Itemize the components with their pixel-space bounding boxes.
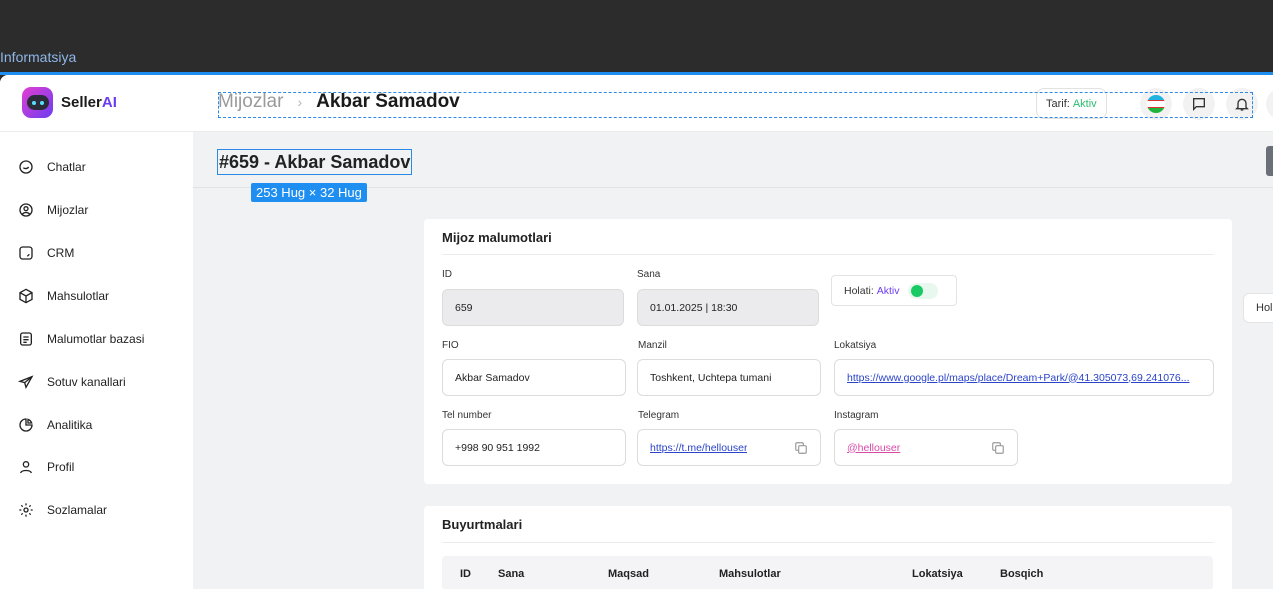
page-title[interactable]: #659 - Akbar Samadov [217,149,413,175]
user-circle-icon [19,203,33,217]
brand-name: SellerAI [61,94,117,111]
document-icon [20,332,32,346]
instagram-field[interactable]: @hellouser [834,429,1018,466]
status-chip-edge[interactable]: Hol [1243,293,1273,323]
column-header-sana[interactable]: Sana [498,568,524,580]
column-header-lokatsiya[interactable]: Lokatsiya [912,568,963,580]
sidebar-item-analitika[interactable]: Analitika [18,415,92,435]
figma-canvas-strip [0,0,1273,72]
sidebar: Chatlar Mijozlar CRM Mahsulotlar Malumot… [0,132,193,589]
status-toggle-box[interactable]: Holati: Aktiv [831,275,957,306]
sidebar-item-label: Malumotlar bazasi [47,332,145,346]
date-label: Sana [637,269,661,280]
location-field[interactable]: https://www.google.pl/maps/place/Dream+P… [834,359,1214,396]
column-header-mahsulotlar[interactable]: Mahsulotlar [719,568,781,580]
id-field: 659 [442,289,624,326]
address-value: Toshkent, Uchtepa tumani [650,371,772,384]
id-label: ID [442,269,452,280]
sidebar-item-malumotlar-bazasi[interactable]: Malumotlar bazasi [18,329,144,349]
app-window: SellerAI Mijozlar › Akbar Samadov Tarif:… [0,75,1273,589]
copy-icon[interactable] [991,441,1005,455]
profile-icon [20,461,32,474]
status-label: Holati: [844,284,874,297]
sidebar-item-label: Sotuv kanallari [47,375,126,389]
sidebar-item-label: Mijozlar [47,203,89,217]
sidebar-item-label: CRM [47,246,75,260]
column-header-maqsad[interactable]: Maqsad [608,568,649,580]
sidebar-item-label: Sozlamalar [47,503,108,517]
dimension-badge: 253 Hug × 32 Hug [251,183,367,202]
orders-card: Buyurtmalari ID Sana Maqsad Mahsulotlar … [424,506,1232,589]
send-icon [18,375,34,390]
chat-icon [19,160,33,174]
frame-label[interactable]: Informatsiya [0,49,76,65]
date-field: 01.01.2025 | 18:30 [637,289,819,326]
client-info-title: Mijoz malumotlari [442,230,552,245]
gear-icon [19,503,33,517]
telegram-field[interactable]: https://t.me/hellouser [637,429,821,466]
telegram-link[interactable]: https://t.me/hellouser [650,442,747,454]
robot-logo-icon [22,87,53,118]
sidebar-item-mahsulotlar[interactable]: Mahsulotlar [18,286,109,306]
copy-icon[interactable] [794,441,808,455]
fio-label: FIO [442,340,459,351]
sidebar-item-label: Profil [47,460,75,474]
sidebar-item-sozlamalar[interactable]: Sozlamalar [18,500,107,520]
sidebar-item-mijozlar[interactable]: Mijozlar [18,200,88,220]
column-header-id[interactable]: ID [460,568,471,580]
selection-outline [218,92,1253,118]
profile-avatar-button[interactable] [1266,88,1273,120]
divider [442,542,1214,543]
crm-icon [19,246,33,260]
instagram-link[interactable]: @hellouser [847,442,900,454]
divider [442,254,1214,255]
location-link[interactable]: https://www.google.pl/maps/place/Dream+P… [847,372,1190,384]
analytics-icon [19,418,33,432]
status-value: Aktiv [876,284,900,297]
telegram-label: Telegram [638,410,680,421]
address-label: Manzil [638,340,667,351]
fio-value: Akbar Samadov [455,371,530,384]
instagram-label: Instagram [834,410,879,421]
client-info-card: Mijoz malumotlari ID 659 Sana 01.01.2025… [424,219,1232,484]
status-toggle[interactable] [907,282,938,299]
sidebar-item-chatlar[interactable]: Chatlar [18,157,86,177]
box-icon [19,288,33,304]
sidebar-item-label: Mahsulotlar [47,289,110,303]
id-value: 659 [455,301,473,314]
phone-field[interactable]: +998 90 951 1992 [442,429,626,466]
phone-value: +998 90 951 1992 [455,441,540,454]
action-button-edge[interactable] [1266,146,1273,176]
phone-label: Tel number [442,410,492,421]
orders-table-header: ID Sana Maqsad Mahsulotlar Lokatsiya Bos… [442,556,1213,589]
orders-title: Buyurtmalari [442,517,523,532]
fio-field[interactable]: Akbar Samadov [442,359,626,396]
column-header-bosqich[interactable]: Bosqich [1000,568,1043,580]
sidebar-item-crm[interactable]: CRM [18,243,74,263]
page-title-bar: #659 - Akbar Samadov 253 Hug × 32 Hug [193,132,1273,202]
sidebar-item-label: Analitika [47,418,93,432]
sidebar-item-sotuv-kanallari[interactable]: Sotuv kanallari [18,372,126,392]
location-label: Lokatsiya [834,340,877,351]
sidebar-item-label: Chatlar [47,160,86,174]
address-field[interactable]: Toshkent, Uchtepa tumani [637,359,821,396]
brand-logo[interactable]: SellerAI [22,87,117,118]
sidebar-item-profil[interactable]: Profil [18,457,74,477]
date-value: 01.01.2025 | 18:30 [650,301,738,314]
